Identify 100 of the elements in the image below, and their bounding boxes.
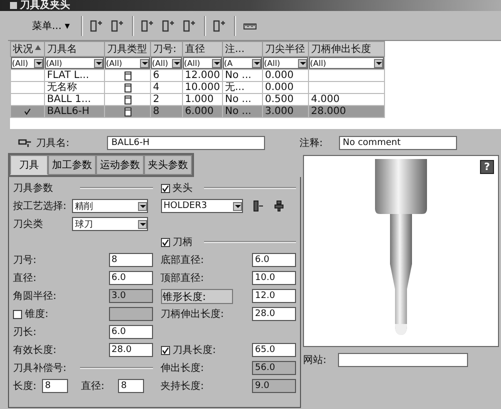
- tool-icon[interactable]: [140, 20, 155, 32]
- section-label: 夹头: [172, 182, 192, 195]
- field-label: 角圆半径:: [13, 290, 58, 303]
- dropdown[interactable]: HOLDER3: [160, 199, 242, 213]
- field-label: 顶部直径:: [160, 272, 205, 285]
- tool-type-icon: [124, 106, 132, 116]
- checkbox[interactable]: [160, 238, 170, 246]
- filter-dropdown[interactable]: (All): [264, 58, 308, 68]
- website-field[interactable]: [338, 353, 468, 367]
- table-cell: BALL 1...: [47, 94, 91, 104]
- table-cell: 1.000: [185, 94, 214, 104]
- table-cell: FLAT L...: [47, 70, 90, 80]
- column-header[interactable]: 刀号:: [150, 42, 182, 56]
- table-cell: 0.000: [265, 70, 294, 80]
- field-label: 刃长:: [13, 326, 38, 339]
- table-cell: 28.000: [311, 106, 346, 116]
- section-label: 刀柄: [172, 236, 192, 249]
- table-cell: 8: [153, 106, 160, 116]
- filter-dropdown[interactable]: (All): [46, 58, 104, 68]
- table-cell: BALL6-H: [47, 106, 90, 116]
- field-label: 底部直径:: [160, 254, 205, 267]
- table-cell: 0.500: [265, 94, 294, 104]
- holder-icon[interactable]: [252, 200, 264, 212]
- taper-length-button[interactable]: 锥形长度:: [160, 288, 232, 304]
- column-header[interactable]: 刀具类型: [104, 42, 150, 56]
- menu-button[interactable]: 菜单... ▾: [28, 16, 74, 34]
- field-label: 伸出长度:: [160, 362, 205, 375]
- dropdown[interactable]: 球刀: [72, 217, 148, 231]
- field-label: 刀具名:: [36, 137, 70, 150]
- tool-icon[interactable]: [110, 20, 125, 32]
- tool-type-icon: [124, 70, 132, 80]
- input-field[interactable]: 8: [42, 379, 68, 393]
- input-field[interactable]: 10.0: [252, 271, 296, 285]
- column-header[interactable]: 刀具名: [44, 42, 104, 56]
- tool-type-icon: [124, 82, 132, 92]
- table-cell: 6.000: [185, 106, 214, 116]
- field-label: 刀具长度:: [172, 344, 217, 357]
- table-cell: No ...: [225, 94, 252, 104]
- field-label: 刀柄伸出长度:: [160, 308, 225, 321]
- column-header[interactable]: 状况: [10, 42, 44, 56]
- tool-icon: [18, 138, 32, 148]
- filter-dropdown[interactable]: (A: [224, 58, 262, 68]
- table-cell: 10.000: [185, 82, 220, 92]
- input-field[interactable]: 12.0: [252, 289, 296, 303]
- filter-dropdown[interactable]: (All): [152, 58, 182, 68]
- field-label: 直径:: [13, 272, 38, 285]
- tool-name-field[interactable]: BALL6-H: [107, 136, 266, 150]
- filter-dropdown[interactable]: (All): [12, 58, 44, 68]
- filter-dropdown[interactable]: (All): [310, 58, 384, 68]
- input-field[interactable]: 8: [118, 379, 144, 393]
- table-cell: 无...: [225, 82, 245, 92]
- column-header[interactable]: 注...: [222, 42, 262, 56]
- app-icon: [10, 2, 17, 9]
- checkbox[interactable]: [160, 346, 170, 354]
- section-label: 刀具补偿号:: [13, 362, 68, 375]
- checkbox[interactable]: [160, 184, 170, 192]
- tool-icon[interactable]: [162, 20, 176, 32]
- help-button[interactable]: ?: [480, 160, 494, 174]
- table-cell: 4: [153, 82, 160, 92]
- column-header[interactable]: 刀柄伸出长度: [308, 42, 384, 56]
- input-field[interactable]: 6.0: [108, 325, 152, 339]
- table-cell: No ...: [225, 70, 252, 80]
- table-cell: 4.000: [311, 94, 340, 104]
- field-label: 长度:: [13, 380, 38, 393]
- field-label: 刀号:: [13, 254, 38, 267]
- field-label: 夹持长度:: [160, 380, 205, 393]
- input-field[interactable]: 28.0: [252, 307, 296, 321]
- input-field[interactable]: 6.0: [252, 253, 296, 267]
- field-label: 网站:: [303, 354, 326, 367]
- filter-dropdown[interactable]: (All): [184, 58, 222, 68]
- comment-field[interactable]: No comment: [338, 136, 457, 150]
- field-label: 有效长度:: [13, 344, 58, 357]
- field-label: 按工艺选择:: [13, 200, 68, 213]
- input-field[interactable]: 65.0: [252, 343, 296, 357]
- field-label: 锥度:: [25, 308, 50, 321]
- column-header[interactable]: 刀尖半径: [262, 42, 308, 56]
- field-label: 注释:: [299, 136, 323, 150]
- table-cell: No ...: [225, 106, 252, 116]
- tool-icon[interactable]: [212, 20, 227, 32]
- section-label: 刀具参数: [13, 182, 54, 195]
- tool-icon[interactable]: [182, 20, 197, 32]
- table-cell: 6: [153, 70, 160, 80]
- column-header[interactable]: 直径: [182, 42, 222, 56]
- input-field[interactable]: 6.0: [108, 271, 152, 285]
- table-cell: 3.000: [265, 106, 294, 116]
- tab[interactable]: 夹头参数: [144, 155, 192, 175]
- input-field[interactable]: 28.0: [108, 343, 152, 357]
- field-label: 刀尖类: [13, 218, 44, 231]
- tool-icon[interactable]: [90, 20, 104, 32]
- field-label: 直径:: [81, 380, 106, 393]
- tab[interactable]: 运动参数: [96, 155, 144, 175]
- table-cell: 12.000: [185, 70, 220, 80]
- tab[interactable]: 加工参数: [48, 155, 96, 175]
- holder-icon[interactable]: [272, 200, 284, 212]
- table-cell: 0.000: [265, 82, 294, 92]
- filter-dropdown[interactable]: (All): [106, 58, 150, 68]
- tool-type-icon: [124, 94, 132, 104]
- tab[interactable]: 刀具: [10, 155, 48, 175]
- dropdown[interactable]: 精削: [72, 199, 148, 213]
- input-field[interactable]: 8: [108, 253, 152, 267]
